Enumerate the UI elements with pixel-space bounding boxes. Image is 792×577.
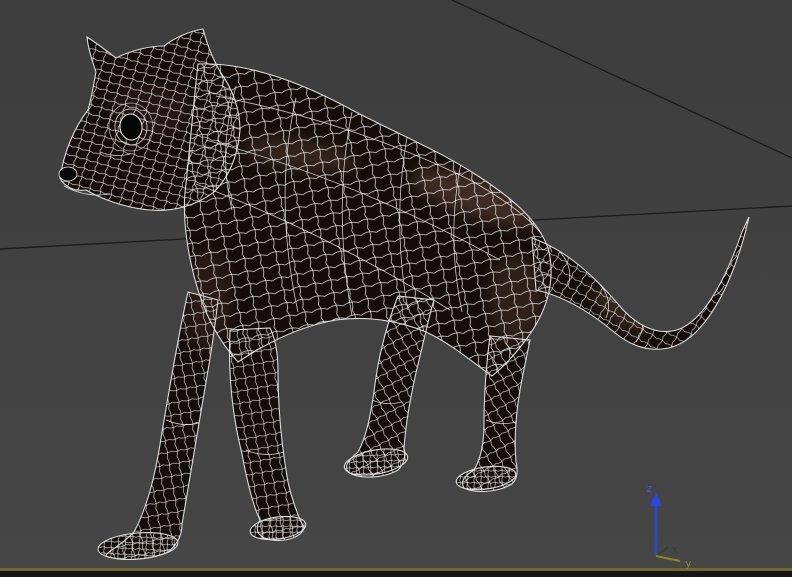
world-axis-gizmo: z x y bbox=[646, 482, 692, 570]
nose bbox=[58, 166, 78, 182]
axis-y-label: y bbox=[685, 557, 692, 570]
grid-line-right bbox=[451, 0, 792, 159]
axis-z-label: z bbox=[646, 482, 653, 495]
axis-x-arrow bbox=[655, 546, 669, 557]
axis-y-arrow bbox=[655, 555, 681, 562]
axis-x-label: x bbox=[671, 543, 678, 556]
viewport-bottom-edge bbox=[0, 571, 792, 577]
grid-ground-line bbox=[0, 568, 792, 571]
viewport-canvas[interactable]: z x y bbox=[0, 0, 792, 577]
3d-viewport[interactable]: z x y bbox=[0, 0, 792, 577]
